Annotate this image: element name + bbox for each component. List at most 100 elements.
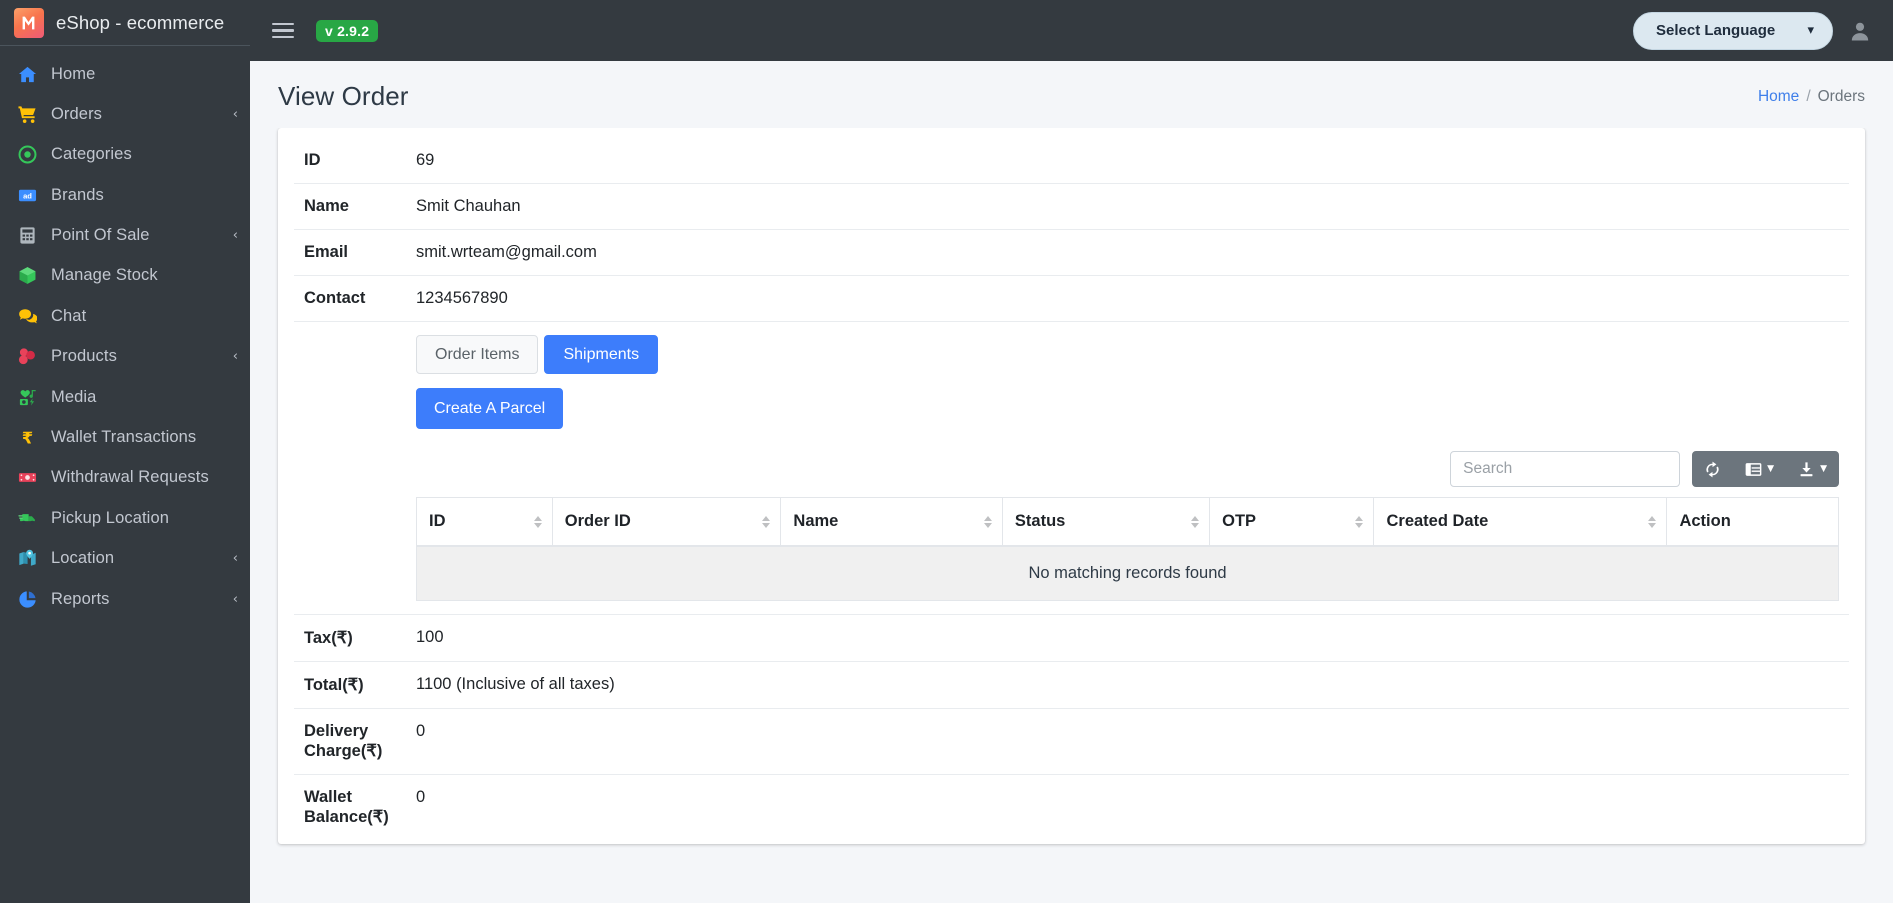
sidebar-item-chat[interactable]: Chat	[0, 296, 250, 336]
detail-label: Delivery Charge(₹)	[294, 709, 406, 775]
shipments-datatable: ID Order ID	[416, 497, 1839, 601]
detail-row-tax: Tax(₹) 100	[294, 615, 1849, 662]
column-label: Order ID	[565, 512, 631, 530]
svg-text:ad: ad	[23, 191, 32, 200]
column-label: ID	[429, 512, 446, 530]
create-a-parcel-button[interactable]: Create A Parcel	[416, 388, 563, 429]
datatable-header-row: ID Order ID	[417, 498, 1839, 547]
page-header: View Order Home / Orders	[250, 61, 1893, 128]
sidebar-item-wallet-transactions[interactable]: ₹ Wallet Transactions	[0, 418, 250, 458]
sidebar-label-media: Media	[51, 388, 96, 407]
language-select[interactable]: Select Language	[1633, 12, 1833, 50]
sidebar-item-manage-stock[interactable]: Manage Stock	[0, 256, 250, 296]
sidebar-item-categories[interactable]: Categories	[0, 135, 250, 175]
datatable-button-group: ▼ ▼	[1692, 451, 1839, 487]
column-label: Created Date	[1386, 512, 1488, 530]
sidebar-label-products: Products	[51, 347, 117, 366]
sidebar-nav: Home Orders ‹ Categories	[0, 46, 250, 619]
sidebar-label-orders: Orders	[51, 105, 102, 124]
empty-message: No matching records found	[417, 546, 1839, 601]
sidebar-label-brands: Brands	[51, 186, 104, 205]
detail-label-empty	[294, 322, 406, 615]
detail-row-contact: Contact 1234567890	[294, 276, 1849, 322]
order-tabs: Order Items Shipments	[416, 335, 1839, 374]
detail-value: 69	[406, 138, 1849, 184]
breadcrumb-current: Orders	[1818, 88, 1865, 106]
column-label: Name	[793, 512, 838, 530]
sort-icon	[1648, 516, 1656, 528]
column-header-status[interactable]: Status	[1002, 498, 1209, 547]
download-export-icon[interactable]: ▼	[1786, 451, 1839, 487]
tab-shipments[interactable]: Shipments	[544, 335, 658, 374]
sidebar-label-point-of-sale: Point Of Sale	[51, 226, 150, 245]
order-detail-card: ID 69 Name Smit Chauhan Email smit.wrtea…	[278, 128, 1865, 844]
sidebar-item-point-of-sale[interactable]: Point Of Sale ‹	[0, 216, 250, 256]
datatable-empty-row: No matching records found	[417, 546, 1839, 601]
column-label: Action	[1679, 512, 1730, 530]
detail-row-total: Total(₹) 1100 (Inclusive of all taxes)	[294, 662, 1849, 709]
sidebar-label-chat: Chat	[51, 307, 86, 326]
detail-value: 100	[406, 615, 1849, 662]
shopping-cart-icon	[14, 104, 40, 124]
hamburger-bar	[272, 36, 294, 39]
box-cube-icon	[14, 266, 40, 286]
brand-header[interactable]: eShop - ecommerce	[0, 0, 250, 46]
detail-row-wallet-balance: Wallet Balance(₹) 0	[294, 775, 1849, 841]
ad-badge-icon: ad	[14, 185, 40, 205]
sidebar-item-media[interactable]: Media	[0, 377, 250, 417]
version-badge: v 2.9.2	[316, 20, 378, 42]
hamburger-bar	[272, 23, 294, 26]
sidebar-label-withdrawal-requests: Withdrawal Requests	[51, 468, 209, 487]
chevron-down-icon: ▼	[1767, 465, 1774, 474]
sidebar-item-orders[interactable]: Orders ‹	[0, 94, 250, 134]
detail-label: Email	[294, 230, 406, 276]
sidebar-label-location: Location	[51, 549, 114, 568]
hamburger-icon[interactable]	[272, 18, 298, 44]
navbar-right-group: Select Language ▾	[1633, 12, 1871, 50]
page-scroll-area: ID 69 Name Smit Chauhan Email smit.wrtea…	[250, 128, 1893, 903]
map-pin-icon	[14, 549, 40, 569]
sidebar-item-location[interactable]: Location ‹	[0, 539, 250, 579]
brand-title: eShop - ecommerce	[56, 12, 224, 34]
chevron-down-icon: ▼	[1820, 465, 1827, 474]
sidebar-item-reports[interactable]: Reports ‹	[0, 579, 250, 619]
detail-row-id: ID 69	[294, 138, 1849, 184]
detail-label: ID	[294, 138, 406, 184]
page-title: View Order	[278, 81, 409, 112]
product-boxes-icon	[14, 347, 40, 367]
detail-value: 0	[406, 709, 1849, 775]
sidebar-item-brands[interactable]: ad Brands	[0, 175, 250, 215]
detail-value: Smit Chauhan	[406, 184, 1849, 230]
sidebar-label-home: Home	[51, 65, 95, 84]
breadcrumb-home-link[interactable]: Home	[1758, 88, 1799, 106]
home-icon	[14, 64, 40, 84]
tab-order-items[interactable]: Order Items	[416, 335, 538, 374]
target-circle-icon	[14, 145, 40, 165]
sort-icon	[1191, 516, 1199, 528]
column-header-otp[interactable]: OTP	[1210, 498, 1374, 547]
sidebar-item-withdrawal-requests[interactable]: Withdrawal Requests	[0, 458, 250, 498]
sidebar-item-pickup-location[interactable]: Pickup Location	[0, 498, 250, 538]
detail-row-name: Name Smit Chauhan	[294, 184, 1849, 230]
sidebar: eShop - ecommerce Home Orders ‹	[0, 0, 250, 903]
column-header-name[interactable]: Name	[781, 498, 1003, 547]
detail-row-delivery-charge: Delivery Charge(₹) 0	[294, 709, 1849, 775]
detail-value: 1234567890	[406, 276, 1849, 322]
chevron-left-icon: ‹	[233, 349, 238, 364]
columns-list-icon[interactable]: ▼	[1733, 451, 1786, 487]
search-input[interactable]	[1450, 451, 1680, 487]
sort-icon	[762, 516, 770, 528]
refresh-icon[interactable]	[1692, 451, 1733, 487]
column-header-id[interactable]: ID	[417, 498, 553, 547]
content-wrapper: v 2.9.2 Select Language ▾ View Orde	[250, 0, 1893, 903]
detail-value: 1100 (Inclusive of all taxes)	[406, 662, 1849, 709]
user-avatar-icon[interactable]	[1849, 20, 1871, 42]
column-header-order-id[interactable]: Order ID	[552, 498, 781, 547]
order-detail-table: ID 69 Name Smit Chauhan Email smit.wrtea…	[294, 138, 1849, 840]
column-header-created-date[interactable]: Created Date	[1374, 498, 1667, 547]
sort-icon	[534, 516, 542, 528]
sidebar-label-reports: Reports	[51, 590, 109, 609]
sidebar-item-products[interactable]: Products ‹	[0, 337, 250, 377]
sidebar-item-home[interactable]: Home	[0, 54, 250, 94]
hamburger-bar	[272, 29, 294, 32]
